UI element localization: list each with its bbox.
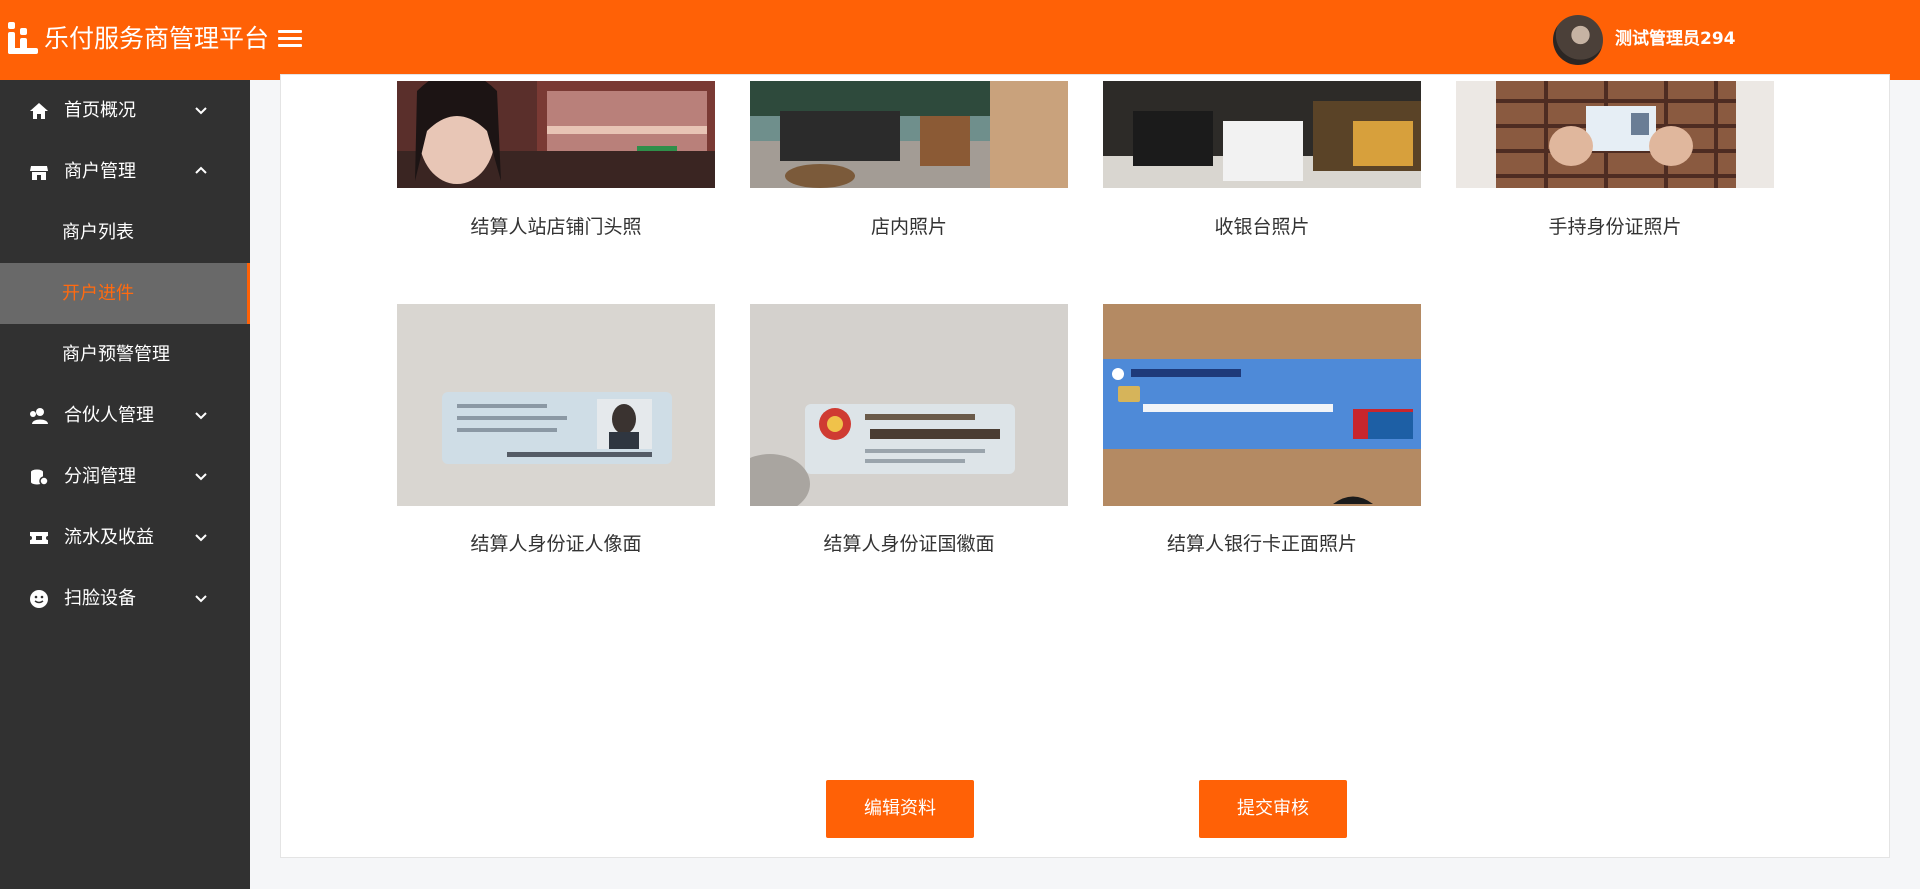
chevron-down-icon: [195, 107, 207, 115]
chevron-down-icon: [195, 412, 207, 420]
sidebar-subitem-label: 商户预警管理: [62, 344, 170, 365]
photo-interior[interactable]: [750, 81, 1068, 188]
chevron-up-icon: [195, 166, 207, 174]
home-icon: [30, 103, 48, 119]
sidebar-item-label: 扫脸设备: [64, 588, 136, 609]
partner-icon: [30, 408, 48, 424]
photo-caption: 结算人身份证人像面: [470, 533, 642, 555]
sidebar-item-face-device[interactable]: 扫脸设备: [0, 568, 250, 629]
photo-id-portrait-side[interactable]: [397, 304, 715, 506]
chevron-down-icon: [195, 473, 207, 481]
coins-icon: [31, 469, 49, 486]
ticket-icon: [30, 532, 48, 544]
face-scan-icon: [30, 590, 48, 608]
sidebar-subitem-account-opening[interactable]: 开户进件: [0, 263, 250, 324]
sidebar-item-merchant[interactable]: 商户管理: [0, 141, 250, 202]
sidebar-item-partner[interactable]: 合伙人管理: [0, 385, 250, 446]
sidebar-item-label: 流水及收益: [64, 527, 154, 548]
sidebar-subitem-merchant-list[interactable]: 商户列表: [0, 202, 250, 263]
photo-cashier[interactable]: [1103, 81, 1421, 188]
sidebar-item-label: 分润管理: [64, 466, 136, 487]
chevron-down-icon: [195, 534, 207, 542]
photo-bank-card[interactable]: [1103, 304, 1421, 506]
photo-holding-id[interactable]: [1456, 81, 1774, 188]
photo-storefront[interactable]: [397, 81, 715, 188]
sidebar-subitem-merchant-alert[interactable]: 商户预警管理: [0, 324, 250, 385]
user-avatar[interactable]: [1553, 15, 1603, 65]
store-icon: [30, 166, 48, 180]
sidebar-item-label: 商户管理: [64, 161, 136, 182]
sidebar-subitem-label: 开户进件: [62, 283, 134, 304]
user-name[interactable]: 测试管理员294: [1615, 27, 1736, 51]
chevron-down-icon: [195, 595, 207, 603]
app-title: 乐付服务商管理平台: [44, 24, 270, 53]
app-logo: [8, 22, 38, 54]
sidebar-item-profit-share[interactable]: 分润管理: [0, 446, 250, 507]
menu-toggle-icon[interactable]: [275, 26, 305, 54]
sidebar-item-label: 首页概况: [64, 100, 136, 121]
submit-review-button[interactable]: 提交审核: [1199, 780, 1347, 838]
top-header: 乐付服务商管理平台 测试管理员294: [0, 0, 1920, 80]
photo-caption: 收银台照片: [1214, 216, 1310, 238]
photo-caption: 结算人站店铺门头照: [470, 216, 642, 238]
sidebar-item-label: 合伙人管理: [64, 405, 154, 426]
photo-caption: 店内照片: [870, 216, 947, 238]
photo-caption: 手持身份证照片: [1548, 216, 1682, 238]
content-panel: 结算人站店铺门头照 店内照片 收银台照片 手持身份证照片 结算人身份证人像面 结…: [280, 74, 1890, 858]
photo-caption: 结算人身份证国徽面: [823, 533, 995, 555]
sidebar: 首页概况 商户管理 商户列表 开户进件 商户预警管理 合伙人管理 分润管理 流水…: [0, 80, 250, 889]
photo-id-emblem-side[interactable]: [750, 304, 1068, 506]
sidebar-item-transactions[interactable]: 流水及收益: [0, 507, 250, 568]
edit-info-button[interactable]: 编辑资料: [826, 780, 974, 838]
sidebar-item-dashboard[interactable]: 首页概况: [0, 80, 250, 141]
photo-caption: 结算人银行卡正面照片: [1166, 533, 1357, 555]
sidebar-subitem-label: 商户列表: [62, 222, 134, 243]
